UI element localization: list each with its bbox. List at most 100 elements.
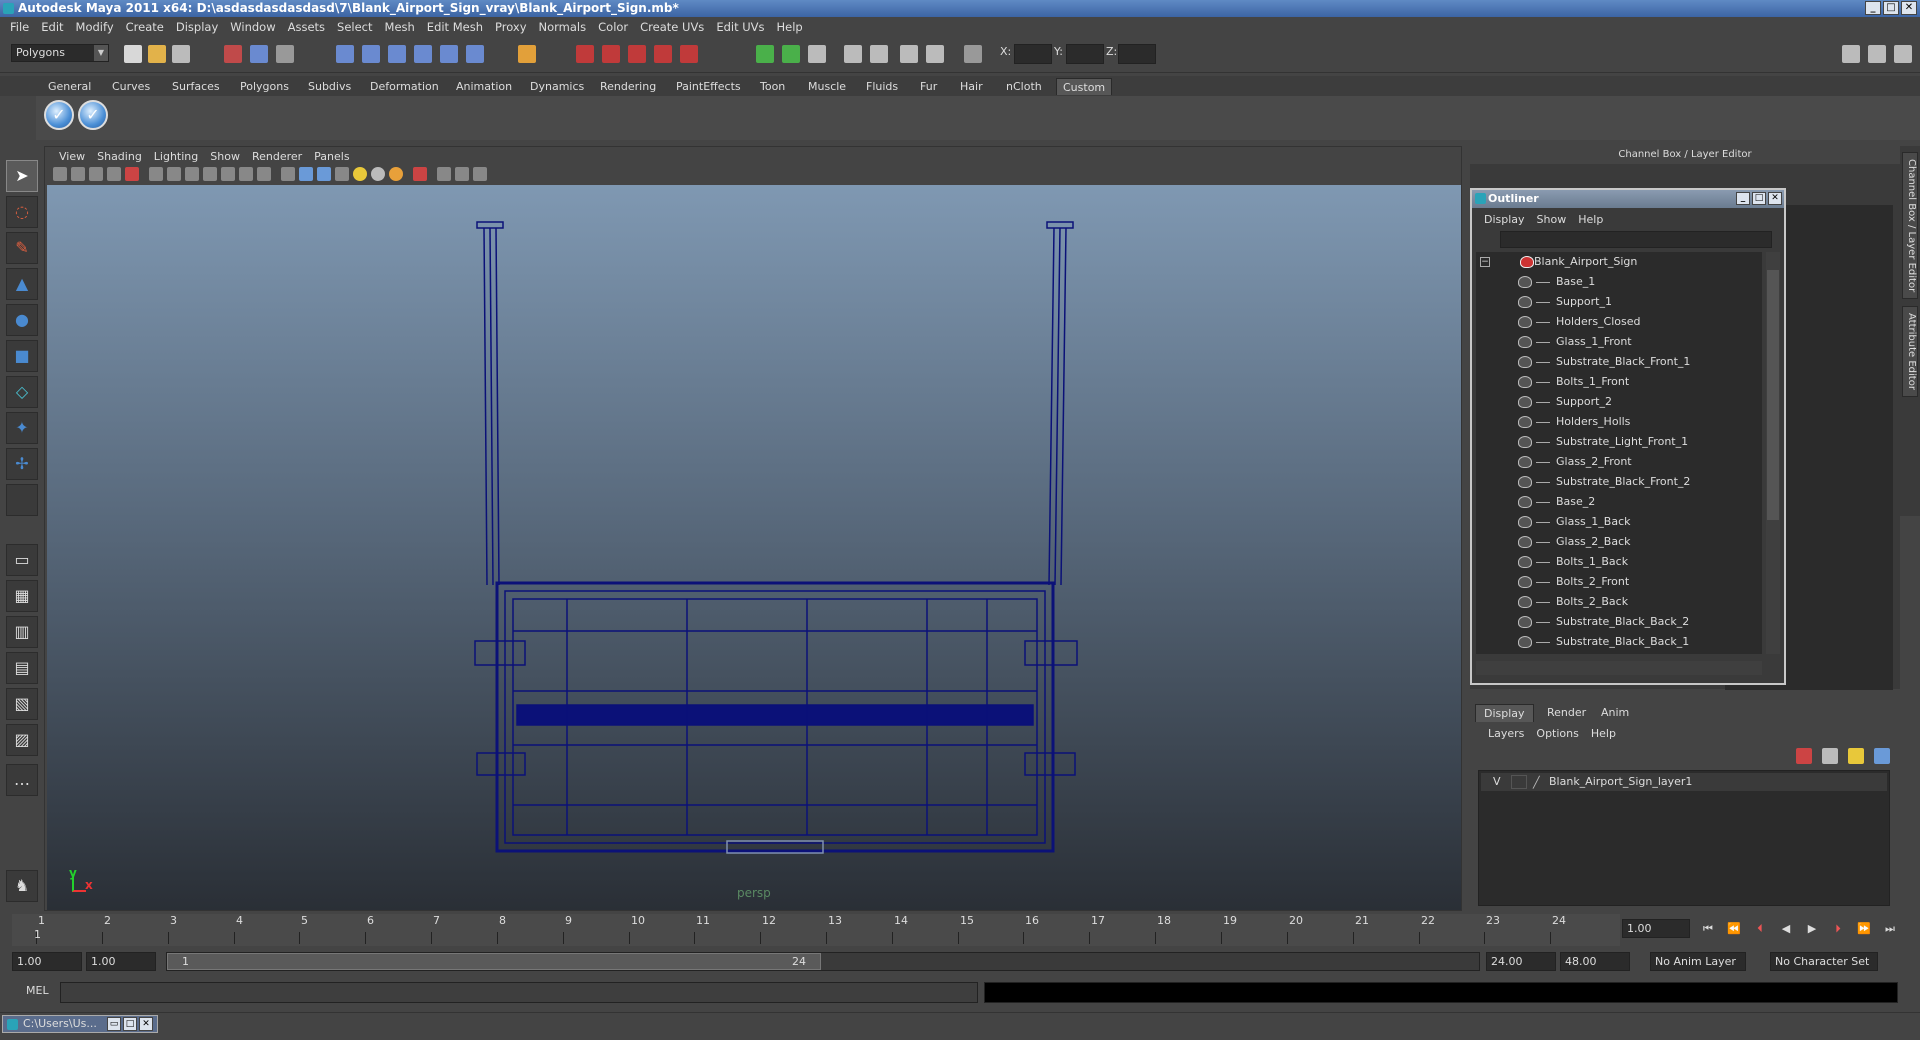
range-bar[interactable]: 1 24 [166, 952, 1480, 971]
image-plane-icon[interactable] [107, 167, 121, 181]
outliner-menu-display[interactable]: Display [1478, 213, 1531, 226]
shelf-tab-fur[interactable]: Fur [914, 78, 943, 95]
layer-menu-help[interactable]: Help [1585, 727, 1622, 740]
play-forward-icon[interactable]: ▶ [1804, 922, 1820, 936]
two-d-pan-zoom-icon[interactable] [125, 167, 139, 181]
step-forward-icon[interactable]: ⏩ [1856, 922, 1872, 936]
safe-title-icon[interactable] [257, 167, 271, 181]
minimized-window-item[interactable]: C:\Users\Us... ▭ □ ✕ [2, 1015, 158, 1033]
camera-select-icon[interactable] [53, 167, 67, 181]
layout-four-pane-icon[interactable]: ▦ [6, 580, 38, 612]
quick-layout-icon[interactable]: ♞ [6, 870, 38, 902]
channel-box-toggle-icon[interactable] [808, 45, 826, 63]
command-input[interactable] [60, 982, 978, 1003]
menu-edit-mesh[interactable]: Edit Mesh [421, 20, 489, 34]
menu-create[interactable]: Create [120, 20, 170, 34]
task-maximize-button[interactable]: □ [123, 1017, 137, 1031]
move-layer-up-icon[interactable] [1796, 748, 1812, 764]
new-layer-selected-icon[interactable] [1874, 748, 1890, 764]
paint-select-tool-icon[interactable]: ✎ [6, 232, 38, 264]
outliner-item[interactable]: Glass_1_Back [1476, 512, 1762, 532]
lock-icon[interactable] [518, 45, 536, 63]
shelf-tab-fluids[interactable]: Fluids [860, 78, 904, 95]
vp-menu-view[interactable]: View [53, 150, 91, 163]
move-tool-icon[interactable]: ▲ [6, 268, 38, 300]
shelf-tab-general[interactable]: General [42, 78, 97, 95]
select-component-icon[interactable] [276, 45, 294, 63]
resolution-gate-icon[interactable] [185, 167, 199, 181]
outliner-item[interactable]: Substrate_Black_Front_1 [1476, 352, 1762, 372]
task-restore-button[interactable]: ▭ [107, 1017, 121, 1031]
shelf-tab-curves[interactable]: Curves [106, 78, 156, 95]
go-to-end-icon[interactable]: ⏭ [1882, 922, 1898, 936]
playback-start-field[interactable]: 1.00 [86, 952, 156, 971]
snap-point-icon[interactable] [388, 45, 406, 63]
y-field[interactable] [1066, 44, 1104, 64]
menu-display[interactable]: Display [170, 20, 224, 34]
layer-menu-layers[interactable]: Layers [1482, 727, 1530, 740]
menu-mesh[interactable]: Mesh [379, 20, 421, 34]
vp-menu-renderer[interactable]: Renderer [246, 150, 308, 163]
layer-visibility-toggle[interactable]: V [1493, 773, 1501, 791]
menu-assets[interactable]: Assets [282, 20, 331, 34]
render-current-icon[interactable] [576, 45, 594, 63]
layout-hypershade-icon[interactable]: ▧ [6, 688, 38, 720]
outliner-item[interactable]: Base_2 [1476, 492, 1762, 512]
outliner-menu-show[interactable]: Show [1531, 213, 1573, 226]
outliner-item[interactable]: Bolts_2_Back [1476, 592, 1762, 612]
current-frame-field[interactable]: 1.00 [1622, 919, 1690, 938]
outliner-item[interactable]: Substrate_Light_Front_1 [1476, 432, 1762, 452]
shelf-tab-toon[interactable]: Toon [754, 78, 791, 95]
z-field[interactable] [1118, 44, 1156, 64]
high-quality-icon[interactable] [389, 167, 403, 181]
attribute-editor-toggle-icon[interactable] [870, 45, 888, 63]
shelf-check-button-1[interactable]: ✓ [44, 100, 74, 130]
outliner-horizontal-scrollbar[interactable] [1476, 661, 1762, 675]
menu-edit-uvs[interactable]: Edit UVs [710, 20, 770, 34]
bookmark-icon[interactable] [89, 167, 103, 181]
outliner-item[interactable]: Holders_Closed [1476, 312, 1762, 332]
layer-tab-anim[interactable]: Anim [1593, 704, 1637, 722]
outliner-item[interactable]: Glass_1_Front [1476, 332, 1762, 352]
shelf-tab-polygons[interactable]: Polygons [234, 78, 295, 95]
shelf-tab-hair[interactable]: Hair [954, 78, 989, 95]
vp-menu-panels[interactable]: Panels [308, 150, 355, 163]
menu-normals[interactable]: Normals [533, 20, 593, 34]
new-empty-layer-icon[interactable] [1848, 748, 1864, 764]
layout-outliner-persp-icon[interactable]: ▥ [6, 616, 38, 648]
layout-graph-persp-icon[interactable]: ▤ [6, 652, 38, 684]
menu-set-selector[interactable]: Polygons ▼ [11, 44, 109, 62]
xray-joints-icon[interactable] [455, 167, 469, 181]
vp-menu-shading[interactable]: Shading [91, 150, 148, 163]
vp-menu-show[interactable]: Show [204, 150, 246, 163]
snap-grid-icon[interactable] [336, 45, 354, 63]
absolute-transform-icon[interactable] [964, 45, 982, 63]
shelf-check-button-2[interactable]: ✓ [78, 100, 108, 130]
anim-layer-selector[interactable]: No Anim Layer [1650, 952, 1746, 971]
outliner-item[interactable]: Bolts_1_Back [1476, 552, 1762, 572]
field-chart-icon[interactable] [221, 167, 235, 181]
outliner-menu-help[interactable]: Help [1572, 213, 1609, 226]
new-scene-icon[interactable] [124, 45, 142, 63]
playback-end-field[interactable]: 24.00 [1486, 952, 1556, 971]
menu-edit[interactable]: Edit [35, 20, 69, 34]
render-settings-icon[interactable] [628, 45, 646, 63]
scale-tool-icon[interactable]: ■ [6, 340, 38, 372]
wireframe-icon[interactable] [281, 167, 295, 181]
outliner-vertical-scrollbar[interactable] [1766, 252, 1780, 654]
menu-create-uvs[interactable]: Create UVs [634, 20, 710, 34]
outliner-item[interactable]: Support_2 [1476, 392, 1762, 412]
outliner-scroll-thumb[interactable] [1767, 270, 1779, 520]
input-line-icon[interactable] [756, 45, 774, 63]
side-tab-attribute-editor[interactable]: Attribute Editor [1902, 306, 1918, 397]
save-scene-icon[interactable] [172, 45, 190, 63]
outliner-minimize-button[interactable]: _ [1736, 192, 1750, 205]
step-back-icon[interactable]: ⏪ [1726, 922, 1742, 936]
render-view-icon[interactable] [680, 45, 698, 63]
command-language-label[interactable]: MEL [26, 984, 49, 997]
layer-color-swatch[interactable]: ╱ [1533, 774, 1540, 792]
transform-field-icon[interactable] [782, 45, 800, 63]
step-back-key-icon[interactable]: ⏴ [1752, 922, 1768, 936]
collapse-toggle-icon[interactable]: − [1480, 257, 1490, 267]
x-field[interactable] [1014, 44, 1052, 64]
